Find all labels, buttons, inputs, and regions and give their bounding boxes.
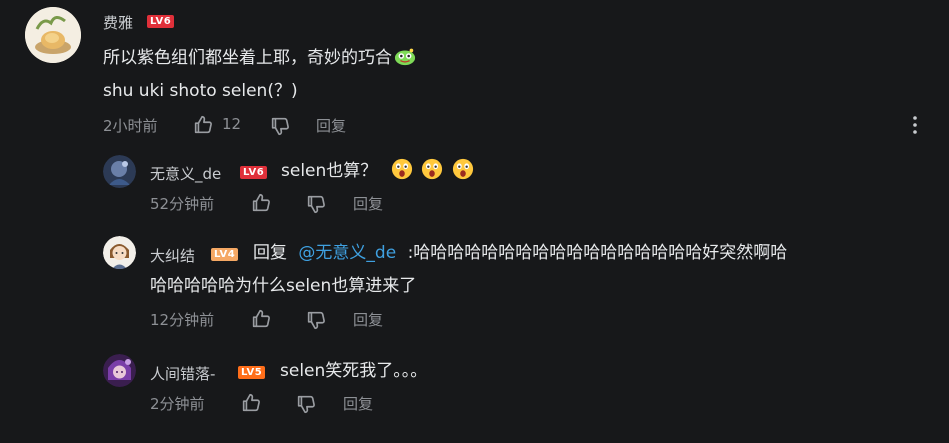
level-badge: LV5 [238,366,266,379]
comment-text-line1: 所以紫色组们都坐着上耶，奇妙的巧合 [103,48,392,68]
like-count: 12 [222,115,242,133]
reply-text: selen也算？ [281,158,477,184]
username[interactable]: 大纠结 [150,245,195,266]
level-badge: LV6 [240,166,268,179]
avatar[interactable] [25,7,81,63]
reply-button[interactable]: 回复 [316,115,346,136]
mention-link[interactable]: @无意义_de [298,243,396,263]
level-badge: LV6 [147,15,175,28]
timestamp: 2分钟前 [150,395,205,413]
avatar[interactable] [103,155,136,188]
face-emoji-icon [394,48,416,66]
reply-text-line2: 哈哈哈哈哈为什么selen也算进来了 [150,276,417,296]
username[interactable]: 人间错落- [150,363,215,384]
like-icon[interactable] [250,308,272,330]
like-icon[interactable] [192,114,214,136]
reply-text: 回复 @无意义_de :哈哈哈哈哈哈哈哈哈哈哈哈哈哈哈哈哈好突然啊哈 [253,240,787,266]
timestamp: 52分钟前 [150,195,215,213]
surprised-emoji-icon [422,158,443,180]
reply-prefix: 回复 [253,243,287,263]
reply-button[interactable]: 回复 [353,309,383,330]
surprised-emoji-icon [391,158,412,180]
surprised-emoji-icon [452,158,473,180]
avatar[interactable] [103,354,136,387]
level-badge: LV4 [211,248,239,261]
comment-text: 所以紫色组们都坐着上耶，奇妙的巧合 [103,45,421,71]
more-options-icon[interactable] [911,114,919,136]
dislike-icon[interactable] [295,393,317,415]
dislike-icon[interactable] [305,309,327,331]
reply-text-content: selen也算？ [281,161,378,181]
reply-button[interactable]: 回复 [353,193,383,214]
reply-text: selen笑死我了。。。 [280,361,428,381]
username[interactable]: 费雅 [103,12,133,33]
reply-text-line1: :哈哈哈哈哈哈哈哈哈哈哈哈哈哈哈哈哈好突然啊哈 [407,243,788,263]
timestamp: 2小时前 [103,117,158,135]
like-icon[interactable] [240,392,262,414]
dislike-icon[interactable] [305,193,327,215]
avatar[interactable] [103,236,136,269]
dislike-icon[interactable] [269,115,291,137]
username[interactable]: 无意义_de [150,163,221,184]
timestamp: 12分钟前 [150,311,215,329]
reply-button[interactable]: 回复 [343,393,373,414]
comment-text-line2: shu uki shoto selen(？) [103,81,298,101]
like-icon[interactable] [250,192,272,214]
